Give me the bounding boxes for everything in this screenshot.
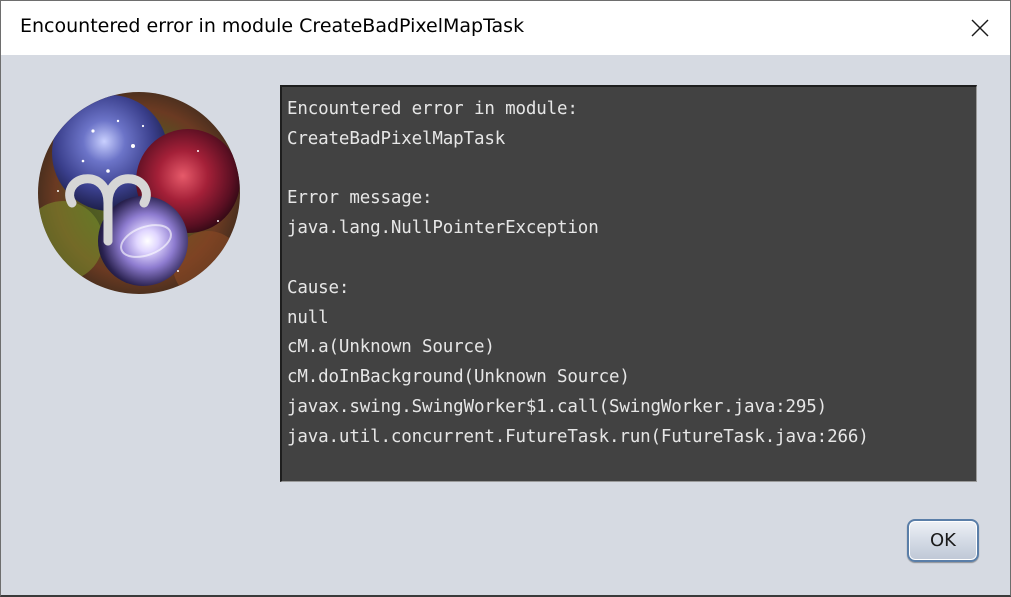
ok-button[interactable]: OK [907, 519, 979, 562]
dialog-content: Encountered error in module: CreateBadPi… [1, 55, 1010, 595]
console-line: java.util.concurrent.FutureTask.run(Futu… [287, 426, 869, 447]
console-line: cM.a(Unknown Source) [287, 337, 495, 358]
close-button[interactable] [950, 1, 1010, 55]
app-logo-icon [38, 92, 240, 294]
console-line: java.lang.NullPointerException [287, 218, 599, 239]
console-line: Cause: [287, 277, 350, 298]
console-line: Encountered error in module: [287, 99, 578, 119]
error-console: Encountered error in module: CreateBadPi… [280, 85, 977, 482]
close-icon [971, 19, 989, 37]
title-bar: Encountered error in module CreateBadPix… [1, 1, 1010, 55]
console-line: cM.doInBackground(Unknown Source) [287, 367, 630, 388]
console-line: javax.swing.SwingWorker$1.call(SwingWork… [287, 396, 828, 417]
console-line: CreateBadPixelMapTask [287, 128, 506, 149]
console-line: null [287, 307, 329, 328]
window-title: Encountered error in module CreateBadPix… [20, 15, 525, 37]
console-line: Error message: [287, 188, 433, 209]
error-dialog: Encountered error in module CreateBadPix… [0, 0, 1011, 597]
